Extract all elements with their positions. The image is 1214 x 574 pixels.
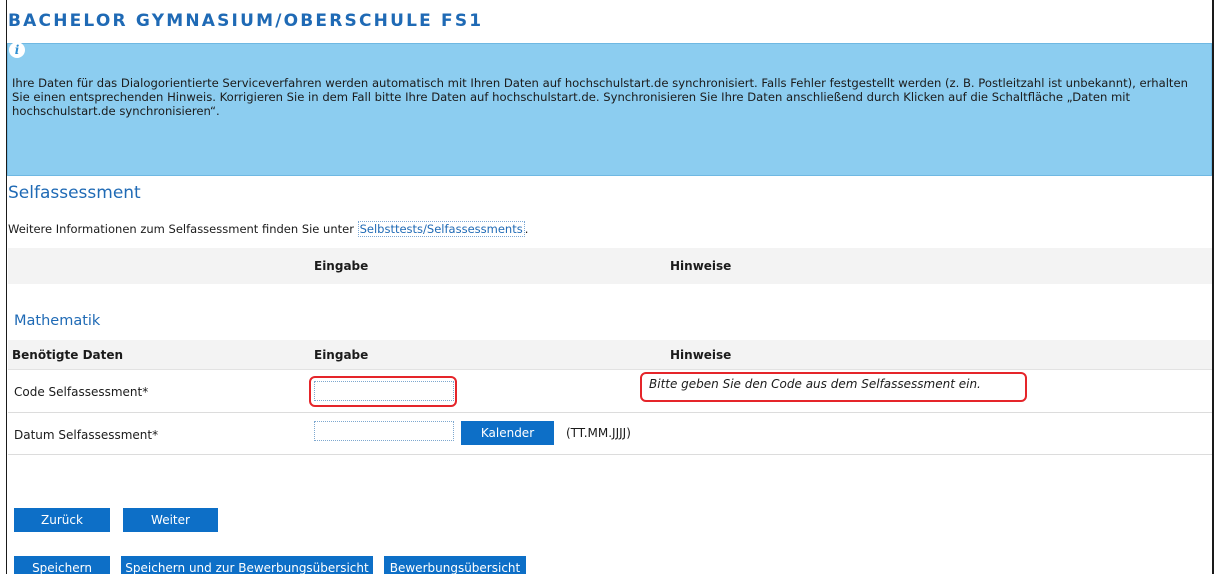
selfassessment-title: Selfassessment: [8, 183, 141, 203]
table-row-code: Code Selfassessment*: [8, 370, 1212, 413]
column-input-label: Eingabe: [314, 348, 369, 362]
info-box: i Ihre Daten für das Dialogorientierte S…: [7, 42, 1212, 176]
selfassessment-intro: Weitere Informationen zum Selfassessment…: [8, 221, 529, 237]
back-button[interactable]: Zurück: [14, 508, 110, 532]
save-and-overview-button[interactable]: Speichern und zur Bewerbungsübersicht: [121, 556, 373, 574]
code-hint-highlight: [640, 372, 1027, 402]
save-button[interactable]: Speichern: [14, 556, 110, 574]
code-label: Code Selfassessment*: [14, 385, 149, 399]
selfassessment-header: Eingabe Hinweise: [8, 248, 1212, 284]
info-text: Ihre Daten für das Dialogorientierte Ser…: [12, 76, 1188, 118]
header-hint-label: Hinweise: [670, 259, 732, 273]
selfassessment-link[interactable]: Selbsttests/Selfassessments: [357, 221, 525, 237]
column-data-label: Benötigte Daten: [12, 348, 124, 362]
next-button[interactable]: Weiter: [123, 508, 218, 532]
mathematik-title: Mathematik: [14, 313, 101, 329]
code-input-highlight: [309, 376, 457, 407]
intro-text: Weitere Informationen zum Selfassessment…: [8, 222, 358, 236]
date-label: Datum Selfassessment*: [14, 428, 159, 442]
overview-button[interactable]: Bewerbungsübersicht: [384, 556, 526, 574]
info-icon: i: [9, 42, 25, 58]
mathematik-table-header: Benötigte Daten Eingabe Hinweise: [8, 340, 1212, 370]
page-title: BACHELOR GYMNASIUM/OBERSCHULE FS1: [8, 11, 484, 31]
column-hint-label: Hinweise: [670, 348, 732, 362]
calendar-button[interactable]: Kalender: [461, 421, 554, 445]
date-input[interactable]: [314, 421, 454, 441]
intro-end: .: [524, 222, 529, 236]
header-input-label: Eingabe: [314, 259, 369, 273]
date-format-hint: (TT.MM.JJJJ): [566, 426, 631, 440]
